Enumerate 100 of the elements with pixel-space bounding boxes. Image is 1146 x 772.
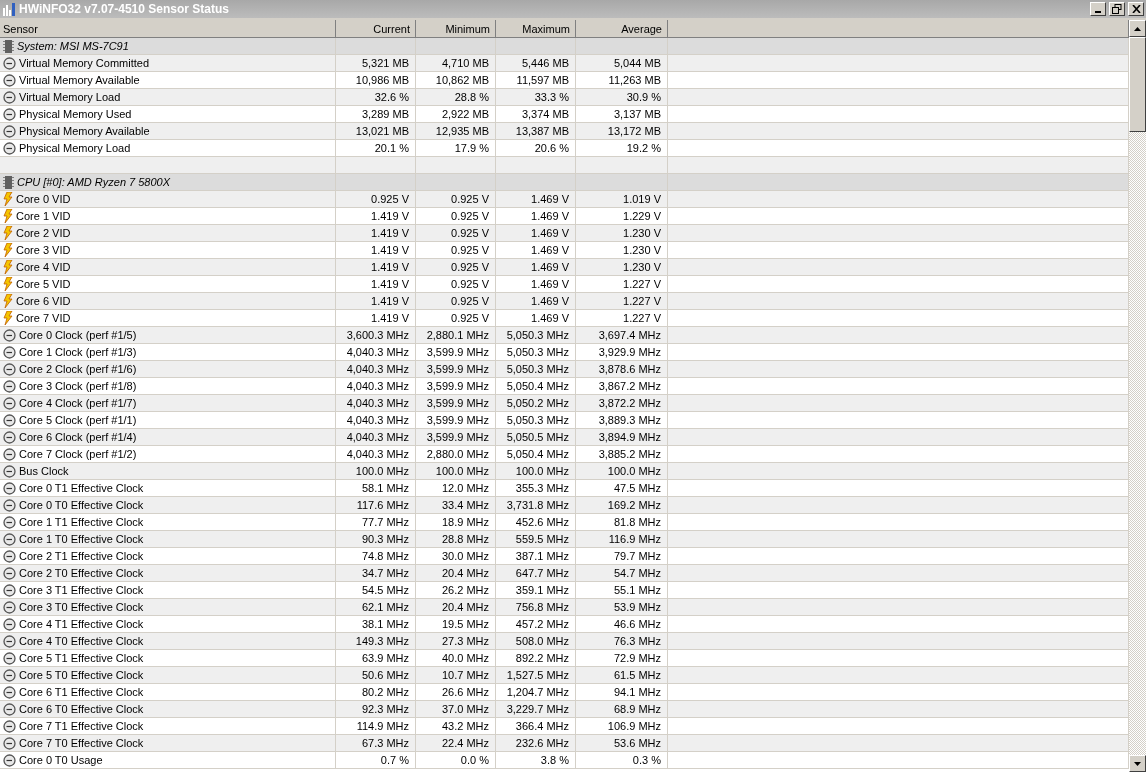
value-text: 20.6 % — [534, 142, 569, 154]
value-text: 11,597 MB — [516, 74, 569, 86]
sensor-name: Core 6 Clock (perf #1/4) — [19, 431, 137, 443]
clock-icon — [3, 685, 16, 699]
scroll-down-button[interactable] — [1129, 755, 1146, 772]
value-text: 1.419 V — [371, 278, 409, 290]
value-text: 3,599.9 MHz — [426, 346, 489, 358]
value-text: 5,044 MB — [613, 57, 661, 69]
value-text: 149.3 MHz — [355, 635, 409, 647]
sensor-name: Core 1 T1 Effective Clock — [19, 516, 144, 528]
value-text: 72.9 MHz — [613, 652, 661, 664]
lightning-icon — [3, 226, 13, 240]
value-text: 30.9 % — [626, 91, 661, 103]
sensor-name: Core 1 T0 Effective Clock — [19, 533, 144, 545]
value-text: 76.3 MHz — [613, 635, 661, 647]
sensor-name: Bus Clock — [19, 465, 69, 477]
value-text: 54.5 MHz — [361, 584, 409, 596]
app-icon — [2, 2, 16, 16]
value-text: 43.2 MHz — [441, 720, 489, 732]
value-text: 0.925 V — [451, 278, 489, 290]
value-text: 4,040.3 MHz — [346, 380, 409, 392]
value-text: 28.8 MHz — [441, 533, 489, 545]
clock-icon — [3, 413, 16, 427]
value-text: 647.7 MHz — [515, 567, 569, 579]
value-text: 32.6 % — [374, 91, 409, 103]
value-text: 3,894.9 MHz — [598, 431, 661, 443]
value-text: 0.925 V — [371, 193, 409, 205]
value-text: 62.1 MHz — [361, 601, 409, 613]
sensor-name: Core 4 Clock (perf #1/7) — [19, 397, 137, 409]
value-text: 5,321 MB — [361, 57, 409, 69]
value-text: 34.7 MHz — [361, 567, 409, 579]
value-text: 3,600.3 MHz — [346, 329, 409, 341]
clock-icon — [3, 345, 16, 359]
window-title: HWiNFO32 v7.07-4510 Sensor Status — [19, 2, 230, 16]
value-text: 0.925 V — [451, 295, 489, 307]
chip-icon — [3, 175, 14, 189]
value-text: 13,021 MB — [355, 125, 409, 137]
sensor-name: Core 6 T1 Effective Clock — [19, 686, 144, 698]
clock-icon — [3, 379, 16, 393]
value-text: 5,050.3 MHz — [506, 346, 569, 358]
value-text: 116.9 MHz — [608, 533, 661, 545]
value-text: 508.0 MHz — [515, 635, 569, 647]
lightning-icon — [3, 277, 13, 291]
sensor-name: Core 5 Clock (perf #1/1) — [19, 414, 137, 426]
value-text: 355.3 MHz — [515, 482, 569, 494]
value-text: 55.1 MHz — [613, 584, 661, 596]
value-text: 18.9 MHz — [441, 516, 489, 528]
value-text: 12.0 MHz — [441, 482, 489, 494]
value-text: 26.2 MHz — [441, 584, 489, 596]
value-text: 20.4 MHz — [441, 601, 489, 613]
lightning-icon — [3, 294, 13, 308]
value-text: 13,387 MB — [515, 125, 569, 137]
value-text: 2,880.1 MHz — [426, 329, 489, 341]
lightning-icon — [3, 243, 13, 257]
clock-icon — [3, 73, 16, 87]
sensor-name: Core 5 VID — [16, 278, 71, 290]
sensor-name: Core 6 VID — [16, 295, 71, 307]
value-text: 2,922 MB — [441, 108, 489, 120]
vertical-scrollbar[interactable] — [1129, 20, 1146, 772]
sensor-name: Core 7 VID — [16, 312, 71, 324]
sensor-name: Core 4 T0 Effective Clock — [19, 635, 144, 647]
value-text: 27.3 MHz — [441, 635, 489, 647]
value-text: 5,050.3 MHz — [506, 329, 569, 341]
value-text: 1.019 V — [623, 193, 661, 205]
value-text: 1.227 V — [623, 278, 661, 290]
value-text: 452.6 MHz — [515, 516, 569, 528]
sensor-name: Core 2 VID — [16, 227, 71, 239]
scroll-up-button[interactable] — [1129, 20, 1146, 37]
value-text: 559.5 MHz — [515, 533, 569, 545]
value-text: 1.419 V — [371, 295, 409, 307]
value-text: 1.230 V — [623, 261, 661, 273]
close-button[interactable] — [1128, 2, 1144, 16]
restore-button[interactable] — [1109, 2, 1125, 16]
restore-icon — [1112, 4, 1122, 14]
value-text: 4,040.3 MHz — [346, 363, 409, 375]
value-text: 67.3 MHz — [361, 737, 409, 749]
value-text: 68.9 MHz — [613, 703, 661, 715]
value-text: 50.6 MHz — [361, 669, 409, 681]
value-text: 3,731.8 MHz — [506, 499, 569, 511]
sensor-name: Core 1 VID — [16, 210, 71, 222]
sensor-name: Core 0 VID — [16, 193, 71, 205]
value-text: 3,889.3 MHz — [598, 414, 661, 426]
value-text: 1.227 V — [623, 295, 661, 307]
group-name: CPU [#0]: AMD Ryzen 7 5800X — [17, 176, 171, 188]
clock-icon — [3, 515, 16, 529]
value-text: 3,599.9 MHz — [426, 397, 489, 409]
sensor-name: Virtual Memory Load — [19, 91, 121, 103]
sensor-name: Physical Memory Load — [19, 142, 131, 154]
sensor-name: Core 2 T1 Effective Clock — [19, 550, 144, 562]
value-text: 74.8 MHz — [361, 550, 409, 562]
value-text: 3,599.9 MHz — [426, 363, 489, 375]
scroll-thumb[interactable] — [1129, 37, 1146, 132]
value-text: 92.3 MHz — [361, 703, 409, 715]
minimize-button[interactable] — [1090, 2, 1106, 16]
sensor-name: Core 5 T0 Effective Clock — [19, 669, 144, 681]
value-text: 1.419 V — [371, 227, 409, 239]
value-text: 58.1 MHz — [361, 482, 409, 494]
value-text: 0.925 V — [451, 227, 489, 239]
value-text: 1.419 V — [371, 312, 409, 324]
value-text: 5,050.3 MHz — [506, 363, 569, 375]
